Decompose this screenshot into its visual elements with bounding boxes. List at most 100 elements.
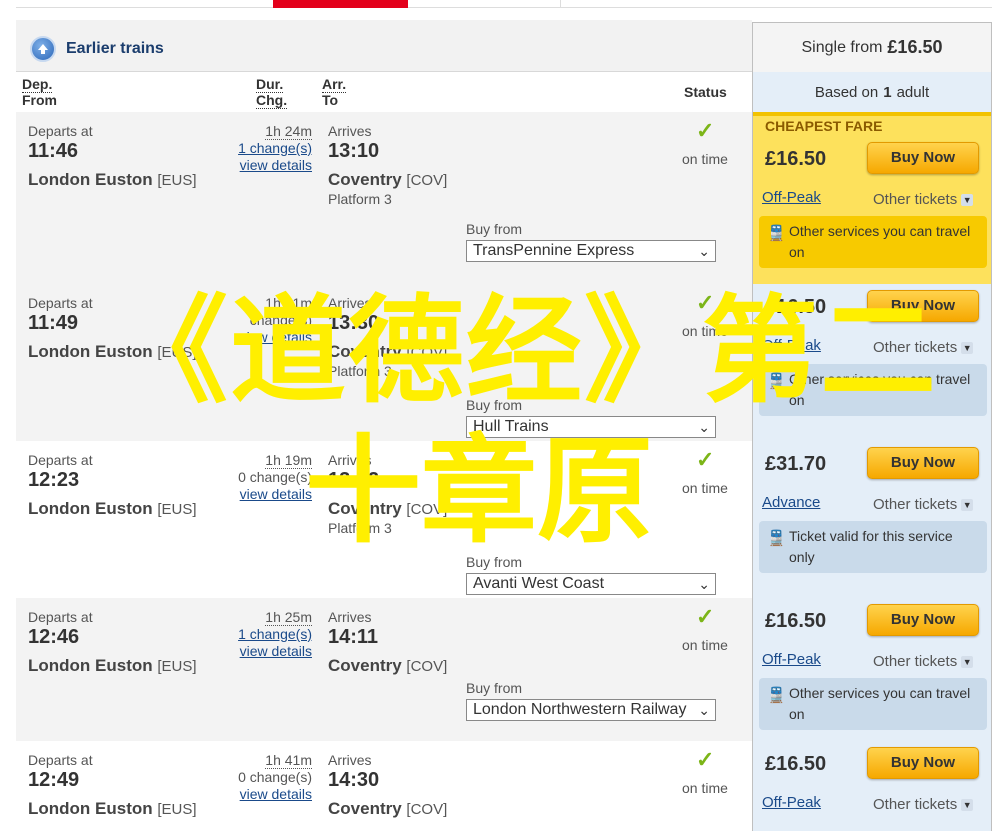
on-time-check-icon: ✓ [696,447,715,472]
departs-at-label: Departs at [28,295,93,311]
departure-station-code: [EUS] [157,658,197,675]
arrival-station-name: Coventry [328,170,402,189]
departs-at-label: Departs at [28,452,93,468]
journey-duration: 1h 41m [265,295,312,312]
departure-station: London Euston [EUS] [28,499,197,519]
view-details-link[interactable]: view details [228,786,312,802]
other-tickets-toggle[interactable]: Other tickets ▼ [873,191,974,208]
buy-now-button[interactable]: Buy Now [867,142,979,174]
fare-price: £16.50 [765,296,827,318]
service-note: Other services you can travel on [789,371,971,408]
service-info-box[interactable]: 🚆 Ticket valid for this service only [759,521,987,573]
journey-row[interactable]: Departs at 12:46 London Euston [EUS] 1h 25m… [16,598,752,741]
arrival-platform: Platform 3 [328,520,392,536]
buy-now-button[interactable]: Buy Now [867,290,979,322]
changes-count[interactable]: 1 change(s) [228,140,312,156]
other-tickets-toggle[interactable]: Other tickets ▼ [873,496,974,513]
other-tickets-toggle[interactable]: Other tickets ▼ [873,796,974,813]
other-tickets-toggle[interactable]: Other tickets ▼ [873,339,974,356]
status-on-time: on time [682,151,728,167]
changes-count[interactable]: 1 change(s) [228,626,312,642]
view-details-link[interactable]: view details [228,157,312,173]
active-tab-indicator[interactable] [273,0,408,8]
on-time-check-icon: ✓ [696,604,715,629]
service-info-box[interactable]: 🚆 Other services you can travel on [759,364,987,416]
operator-select[interactable]: TransPennine Express ⌄ [466,240,716,262]
journey-row[interactable]: Departs at 11:49 London Euston [EUS] 1h 41m… [16,284,752,441]
single-from-label: Single from [801,38,883,56]
tab-divider [560,0,561,8]
departure-station-name: London Euston [28,656,153,675]
view-details-link[interactable]: view details [228,643,312,659]
arrival-station: Coventry [COV] [328,342,447,362]
column-header-bar [16,72,752,112]
fare-type-link[interactable]: Off-Peak [762,189,821,206]
departure-station-code: [EUS] [157,801,197,818]
service-note: Ticket valid for this service only [789,528,953,565]
arrives-label: Arrives [328,609,372,625]
operator-selected-value: TransPennine Express [473,242,635,259]
fare-type-link[interactable]: Advance [762,494,820,511]
departure-station-name: London Euston [28,342,153,361]
departure-time: 12:46 [28,626,80,648]
journey-duration: 1h 41m [265,752,312,769]
fare-price: £16.50 [765,148,827,170]
fare-price: £16.50 [765,610,827,632]
status-on-time: on time [682,780,728,796]
journey-row[interactable]: Departs at 12:23 London Euston [EUS] 1h 19m… [16,441,752,598]
departure-station: London Euston [EUS] [28,799,197,819]
journey-row[interactable]: Departs at 12:49 London Euston [EUS] 1h 41m… [16,741,752,831]
on-time-check-icon: ✓ [696,290,715,315]
buy-now-button[interactable]: Buy Now [867,604,979,636]
service-info-box[interactable]: 🚆 Other services you can travel on [759,678,987,730]
chevron-down-icon: ⌄ [698,576,710,592]
passenger-summary: Based on 1 adult [752,72,992,112]
col-header-arrival: Arr. To [322,76,347,116]
fare-type-link[interactable]: Off-Peak [762,794,821,811]
chg-abbr: Chg. [256,92,288,109]
arrives-label: Arrives [328,452,372,468]
arrival-station: Coventry [COV] [328,799,447,819]
buy-now-button[interactable]: Buy Now [867,447,979,479]
train-icon: 🚆 [767,687,786,704]
fare-price: £16.50 [765,753,827,775]
tab-strip-border [16,7,992,8]
operator-select[interactable]: Avanti West Coast ⌄ [466,573,716,595]
buy-from-label: Buy from [466,221,523,237]
fare-cell: £31.70 Buy Now Advance Other tickets ▼ 🚆 Ticke… [752,441,992,598]
service-info-box[interactable]: 🚆 Other services you can travel on [759,216,987,268]
operator-select[interactable]: London Northwestern Railway ⌄ [466,699,716,721]
fare-cell: £16.50 Buy Now Off-Peak Other tickets ▼ [752,741,992,831]
departure-station-code: [EUS] [157,501,197,518]
departure-time: 11:49 [28,312,79,334]
chevron-down-icon: ▼ [961,499,974,512]
arrives-label: Arrives [328,295,372,311]
arrival-station-code: [COV] [406,172,448,189]
fare-type-link[interactable]: Off-Peak [762,337,821,354]
dur-abbr: Dur. [256,76,284,93]
changes-count: 0 change(s) [238,469,312,485]
departure-station: London Euston [EUS] [28,342,197,362]
departure-time: 12:49 [28,769,80,791]
view-details-link[interactable]: view details [228,486,312,502]
view-details-link[interactable]: view details [228,329,312,345]
fare-cell: £16.50 Buy Now Off-Peak Other tickets ▼ 🚆 Othe… [752,598,992,741]
operator-select[interactable]: Hull Trains ⌄ [466,416,716,438]
other-tickets-label: Other tickets [873,191,958,208]
other-tickets-toggle[interactable]: Other tickets ▼ [873,653,974,670]
arrival-station-code: [COV] [406,801,448,818]
buy-now-button[interactable]: Buy Now [867,747,979,779]
other-tickets-label: Other tickets [873,796,958,813]
operator-selected-value: Hull Trains [473,418,549,435]
fare-type-link[interactable]: Off-Peak [762,651,821,668]
chevron-down-icon: ▼ [961,194,974,207]
train-icon: 🚆 [767,225,786,242]
departure-station-code: [EUS] [157,344,197,361]
based-on-suffix: adult [896,83,930,101]
chevron-down-icon: ▼ [961,656,974,669]
journey-duration: 1h 19m [265,452,312,469]
operator-selected-value: London Northwestern Railway [473,701,687,718]
journey-row[interactable]: Departs at 11:46 London Euston [EUS] 1h 24m… [16,112,752,284]
departure-station-code: [EUS] [157,172,197,189]
earlier-trains-button[interactable]: Earlier trains [30,36,164,62]
